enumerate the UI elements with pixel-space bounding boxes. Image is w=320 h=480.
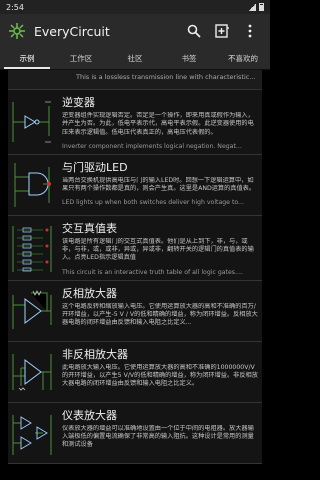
card-title: 反相放大器 <box>62 286 117 300</box>
circuit-thumbnail <box>8 220 56 276</box>
circuit-card-truth-table[interactable]: 交互真值表 该电路是所有逻辑门的交互式真值表。他们是从上到下，非，与，或非，与非… <box>8 215 262 281</box>
circuit-card-inverting-amplifier[interactable]: 反相放大器 这个电路反转和缩放输入电压。它使用运算放大器的高和不准确的百万/开环… <box>8 280 262 342</box>
card-title: 非反相放大器 <box>62 347 128 361</box>
tab-disliked[interactable]: 不喜欢的 <box>216 48 270 69</box>
card-description: 这个电路反转和缩放输入电压。它使用运算放大器的高和不准确的百万/开环增益，以产生… <box>62 302 258 327</box>
circuit-thumbnail <box>8 159 56 211</box>
status-bar: 2:54 <box>0 0 270 14</box>
circuit-thumbnail <box>8 346 56 398</box>
tab-bar: 示例 工作区 社区 书签 不喜欢的 <box>0 48 270 70</box>
card-description: 当两台交换机提供高电压与门的输入LED时。回想一下逻辑运算中，如果只有两个操作数… <box>62 176 256 192</box>
circuit-card-non-inverting-amplifier[interactable]: 非反相放大器 此电路放大输入电压。它使用运算放大器的高和不准确的1000000V… <box>8 341 262 403</box>
card-description-en: Inverter component implements logical ne… <box>62 142 242 150</box>
card-description: 此电路放大输入电压。它使用运算放大器的高和不准确的1000000V/V的开环增益… <box>62 363 258 388</box>
circuit-thumbnail <box>8 94 56 150</box>
truth-table-schematic-icon <box>12 225 52 272</box>
search-button[interactable] <box>182 19 206 43</box>
tab-community[interactable]: 社区 <box>108 48 162 69</box>
card-title: 逆变器 <box>62 96 95 109</box>
card-title: 仪表放大器 <box>62 408 117 422</box>
signal-icon <box>248 3 256 11</box>
overflow-menu-icon <box>248 24 252 38</box>
tab-workspace[interactable]: 工作区 <box>54 48 108 69</box>
card-title: 交互真值表 <box>62 221 117 235</box>
partial-list-item[interactable]: This is a lossless transmission line wit… <box>8 70 262 90</box>
inverting-amplifier-schematic-icon <box>12 289 52 329</box>
card-description-en: LED lights up when both switches deliver… <box>62 199 244 207</box>
circuit-card-inverter[interactable]: 逆变器 逆变器组件实现逻辑否定。否定是一个操作，即来用真或假作为输入，并产生为否… <box>8 90 262 155</box>
status-time: 2:54 <box>6 2 24 12</box>
add-circuit-button[interactable] <box>210 19 234 43</box>
battery-icon <box>259 3 264 11</box>
status-icons <box>248 3 264 11</box>
and-gate-schematic-icon <box>14 162 51 207</box>
app-bar: EveryCircuit <box>0 14 270 48</box>
instrumentation-amplifier-schematic-icon <box>12 414 52 455</box>
circuit-card-instrumentation-amplifier[interactable]: 仪表放大器 仪表放大器的增益可以准确地设置由一个位于中间的电阻器。放大器输入端极… <box>8 402 262 464</box>
card-description: 逆变器组件实现逻辑否定。否定是一个操作，即来用真或假作为输入，并产生为否。为此，… <box>62 112 254 136</box>
app-title: EveryCircuit <box>34 23 110 39</box>
card-description: 该电路是所有逻辑门的交互式真值表。他们是从上到下，非，与，或非，与非，或，或非，… <box>62 237 254 262</box>
non-inverting-amplifier-schematic-icon <box>12 353 52 391</box>
tab-bookmarks[interactable]: 书签 <box>162 48 216 69</box>
card-description-en: This circuit is an interactive truth tab… <box>62 268 243 276</box>
overflow-menu-button[interactable] <box>238 19 262 43</box>
circuit-thumbnail <box>8 407 56 459</box>
add-circuit-icon <box>214 24 229 38</box>
card-description: 仪表放大器的增益可以准确地设置由一个位于中间的电阻器。放大器输入端极低的偏置电流… <box>62 424 254 449</box>
circuit-list[interactable]: This is a lossless transmission line wit… <box>0 70 270 480</box>
circuit-card-and-gate-led[interactable]: 与门驱动LED 当两台交换机提供高电压与门的输入LED时。回想一下逻辑运算中，如… <box>8 154 262 216</box>
inverter-schematic-icon <box>12 101 51 143</box>
tab-examples[interactable]: 示例 <box>0 48 54 69</box>
card-title: 与门驱动LED <box>62 160 128 174</box>
circuit-thumbnail <box>8 285 56 337</box>
search-icon <box>187 24 201 38</box>
circuit-logo-icon <box>9 23 25 39</box>
